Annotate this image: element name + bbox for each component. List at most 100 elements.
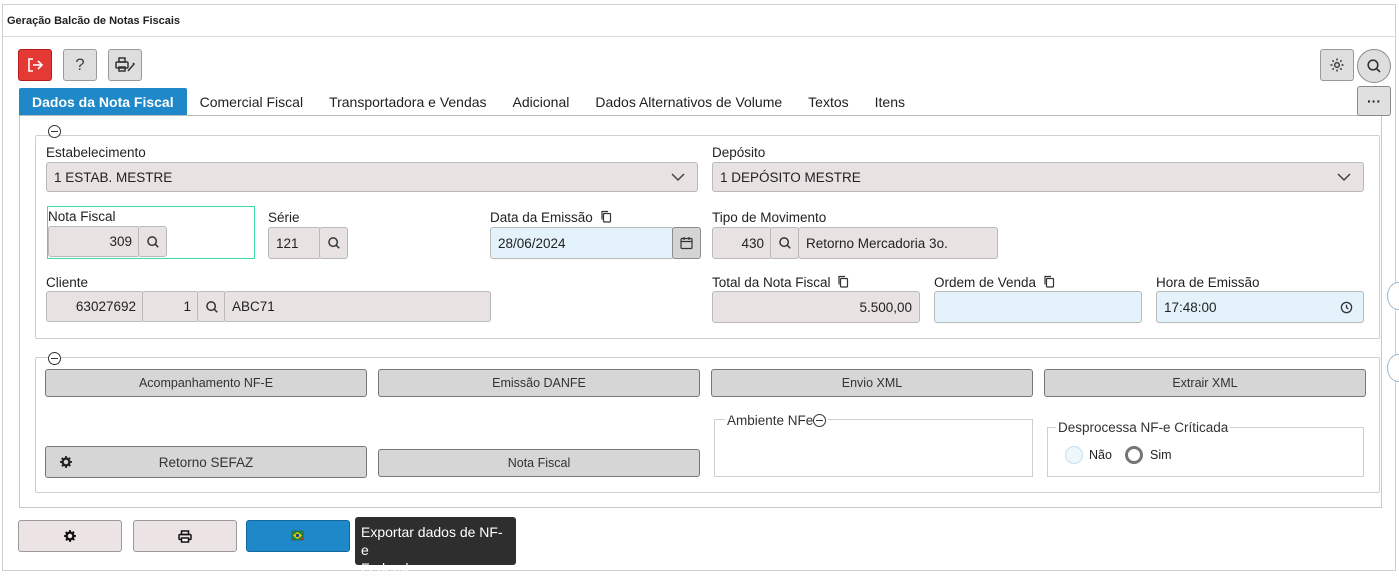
calendar-button[interactable] (672, 227, 701, 259)
radio-sim[interactable] (1125, 446, 1143, 464)
radio-nao-label: Não (1089, 448, 1112, 462)
tab-dados-alternativos-volume[interactable]: Dados Alternativos de Volume (582, 88, 795, 116)
collapse-section-2-icon[interactable] (48, 352, 61, 365)
tab-comercial-fiscal[interactable]: Comercial Fiscal (187, 88, 316, 116)
cliente-seq-input[interactable]: 1 (142, 291, 199, 322)
hora-emissao-input[interactable]: 17:48:00 (1156, 291, 1364, 323)
nota-fiscal-search-button[interactable] (138, 226, 167, 257)
serie-label: Série (268, 210, 300, 225)
emissao-danfe-button[interactable]: Emissão DANFE (378, 369, 700, 397)
hora-emissao-label: Hora de Emissão (1156, 275, 1260, 290)
copy-icon[interactable] (837, 275, 849, 288)
total-nf-label-text: Total da Nota Fiscal (712, 275, 831, 290)
extrair-xml-button[interactable]: Extrair XML (1044, 369, 1366, 397)
total-nf-label: Total da Nota Fiscal (712, 275, 849, 290)
tab-itens[interactable]: Itens (862, 88, 918, 116)
search-icon (1367, 59, 1381, 73)
tipo-movimento-label: Tipo de Movimento (712, 210, 827, 225)
clock-icon[interactable] (1340, 301, 1353, 314)
cliente-name: ABC71 (224, 291, 491, 322)
deposito-select[interactable]: 1 DEPÓSITO MESTRE (712, 162, 1364, 192)
data-emissao-value: 28/06/2024 (498, 235, 566, 251)
acompanhamento-nfe-button[interactable]: Acompanhamento NF-E (45, 369, 367, 397)
tipo-movimento-code-input[interactable]: 430 (712, 227, 772, 259)
gear-icon (1330, 58, 1344, 72)
retorno-sefaz-button[interactable]: Retorno SEFAZ (45, 446, 367, 478)
settings-button[interactable] (1320, 49, 1354, 81)
copy-icon[interactable] (1043, 275, 1055, 288)
brazil-flag-icon (291, 530, 304, 541)
data-emissao-label-text: Data da Emissão (490, 210, 593, 225)
total-nf-value: 5.500,00 (859, 299, 912, 315)
ordem-venda-label-text: Ordem de Venda (934, 275, 1037, 290)
print-edit-button[interactable] (108, 49, 142, 81)
nota-fiscal-button[interactable]: Nota Fiscal (378, 449, 700, 477)
cliente-code-input[interactable]: 63027692 (46, 291, 144, 322)
tipo-movimento-search-button[interactable] (770, 227, 799, 259)
export-nfe-federal-button[interactable] (246, 520, 350, 552)
nota-fiscal-value: 309 (109, 234, 132, 249)
estabelecimento-value: 1 ESTAB. MESTRE (54, 169, 173, 185)
ordem-venda-label: Ordem de Venda (934, 275, 1055, 290)
deposito-value: 1 DEPÓSITO MESTRE (720, 169, 861, 185)
tooltip-line-2: Federal (361, 560, 409, 576)
tab-textos[interactable]: Textos (795, 88, 861, 116)
tab-transportadora-vendas[interactable]: Transportadora e Vendas (316, 88, 499, 116)
tab-adicional[interactable]: Adicional (500, 88, 583, 116)
search-icon (205, 300, 218, 313)
window-title: Geração Balcão de Notas Fiscais (3, 5, 1395, 37)
help-icon: ? (75, 55, 85, 74)
gear-icon (60, 456, 72, 468)
radio-nao[interactable] (1065, 446, 1083, 464)
ambiente-nfe-legend: Ambiente NFe (725, 412, 829, 428)
help-button[interactable]: ? (63, 49, 97, 81)
search-icon (778, 237, 791, 249)
estabelecimento-label: Estabelecimento (46, 145, 146, 160)
chevron-down-icon (1337, 173, 1351, 182)
data-emissao-input[interactable]: 28/06/2024 (490, 227, 674, 259)
gear-icon (64, 530, 76, 542)
printer-icon (178, 529, 192, 543)
cliente-search-button[interactable] (197, 291, 226, 322)
cliente-code: 63027692 (75, 299, 136, 314)
search-icon (327, 237, 340, 249)
printer-edit-icon (115, 57, 136, 72)
ellipsis-icon: ··· (1367, 93, 1381, 109)
retorno-sefaz-label: Retorno SEFAZ (158, 454, 254, 470)
more-options-button[interactable]: ··· (1357, 86, 1391, 116)
cliente-name-text: ABC71 (232, 299, 275, 314)
app-window: Geração Balcão de Notas Fiscais ? Dados … (2, 4, 1396, 576)
nota-fiscal-label: Nota Fiscal (48, 209, 116, 224)
serie-input[interactable]: 121 (268, 227, 321, 259)
estabelecimento-select[interactable]: 1 ESTAB. MESTRE (46, 162, 698, 192)
serie-value: 121 (276, 235, 299, 251)
serie-search-button[interactable] (319, 227, 348, 259)
desprocessa-legend: Desprocessa NF-e Críticada (1056, 420, 1231, 435)
cliente-seq: 1 (183, 299, 191, 314)
bottom-print-button[interactable] (133, 520, 237, 552)
exit-icon (28, 58, 44, 72)
ordem-venda-input[interactable] (934, 291, 1142, 323)
bottom-settings-button[interactable] (18, 520, 122, 552)
export-tooltip: Exportar dados de NF-e Federal (355, 517, 516, 576)
copy-icon[interactable] (600, 210, 612, 223)
tipo-movimento-code: 430 (741, 235, 764, 251)
data-emissao-label: Data da Emissão (490, 210, 612, 225)
tooltip-line-1: Exportar dados de NF-e (361, 524, 503, 558)
ambiente-nfe-label: Ambiente NFe (727, 413, 814, 428)
search-round-button[interactable] (1357, 49, 1391, 83)
envio-xml-button[interactable]: Envio XML (711, 369, 1033, 397)
collapse-ambiente-icon[interactable] (813, 414, 827, 427)
radio-sim-label: Sim (1150, 448, 1172, 462)
collapse-section-1-icon[interactable] (48, 125, 61, 138)
cliente-label: Cliente (46, 275, 89, 290)
nota-fiscal-input[interactable]: 309 (48, 226, 140, 257)
tipo-movimento-description-text: Retorno Mercadoria 3o. (806, 235, 948, 251)
exit-button[interactable] (18, 49, 52, 81)
hora-emissao-value: 17:48:00 (1164, 299, 1217, 315)
chevron-down-icon (671, 173, 685, 182)
tab-bar: Dados da Nota Fiscal Comercial Fiscal Tr… (19, 88, 918, 116)
search-icon (146, 235, 159, 248)
deposito-label: Depósito (712, 145, 766, 160)
tab-dados-nota-fiscal[interactable]: Dados da Nota Fiscal (19, 88, 187, 116)
